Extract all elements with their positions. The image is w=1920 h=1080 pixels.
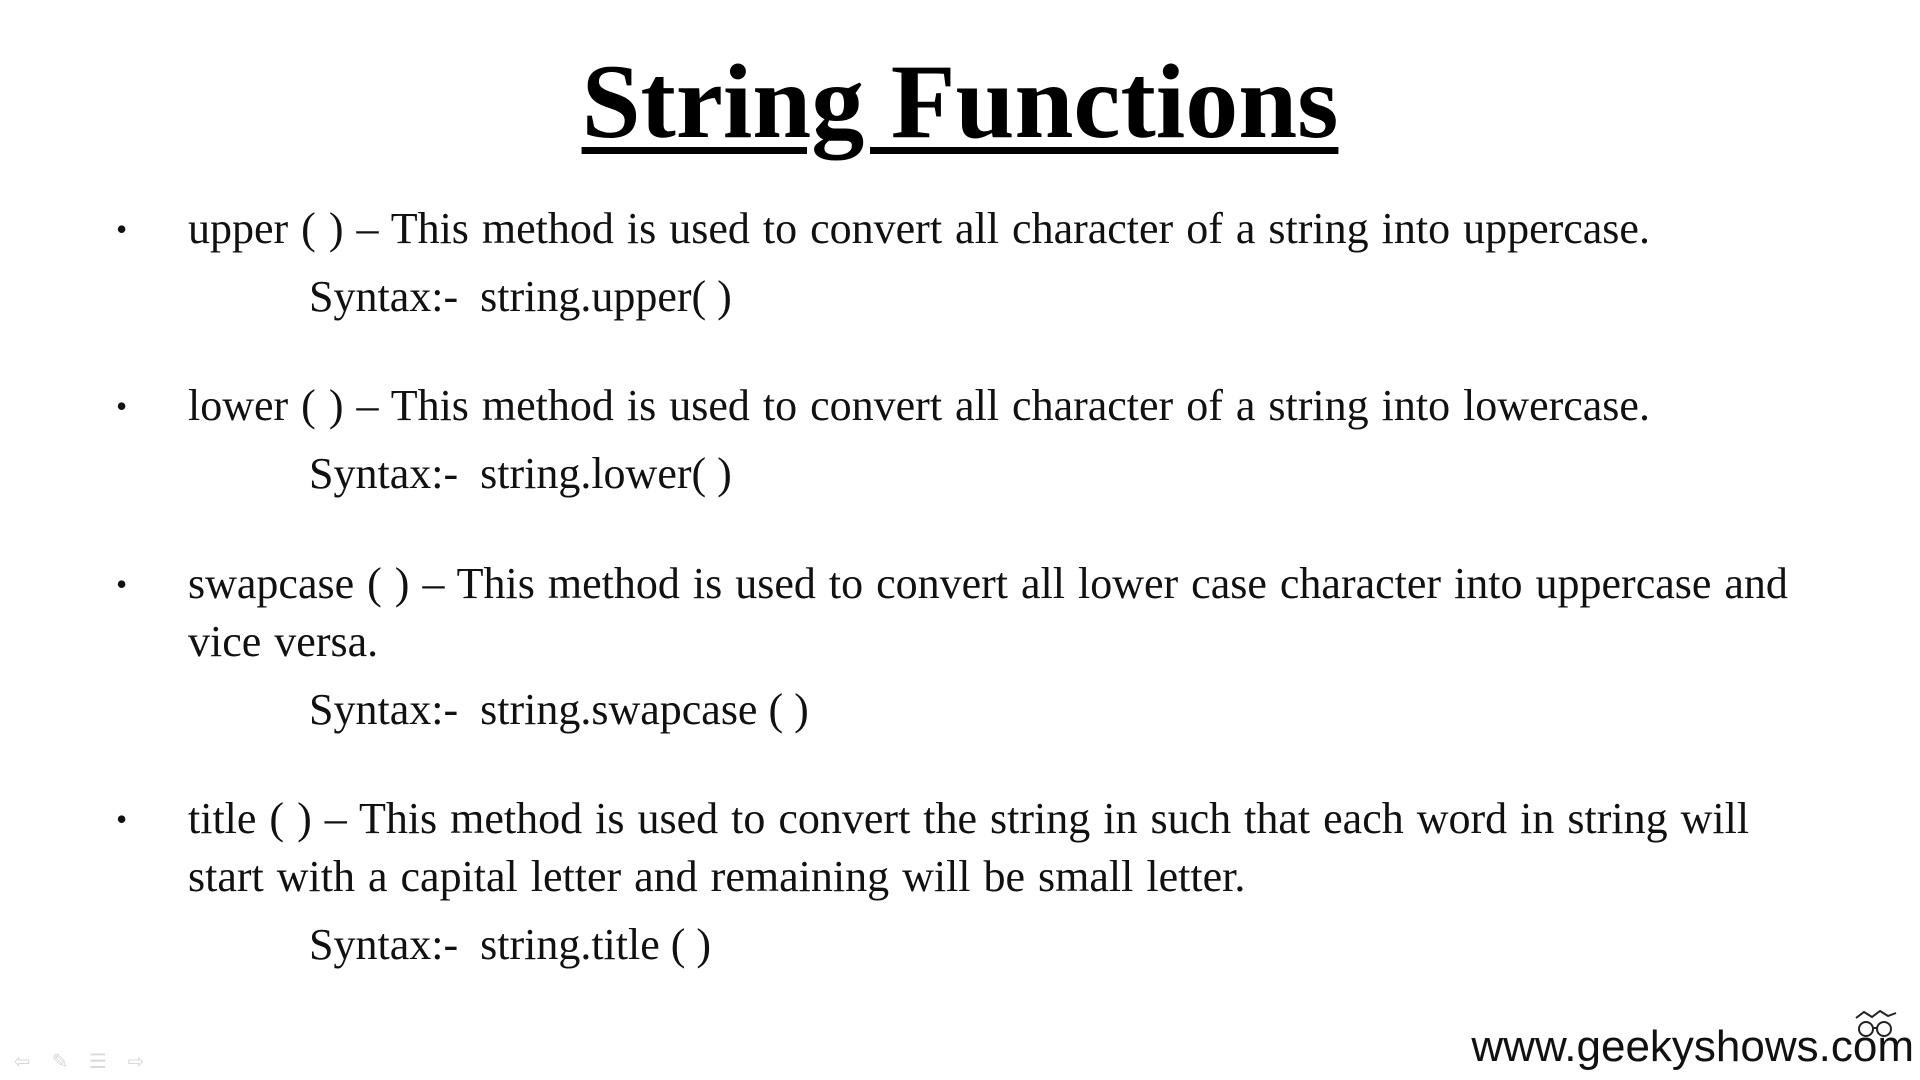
item-syntax: Syntax:- string.swapcase ( )	[309, 685, 809, 734]
list-item: • lower ( ) – This method is used to con…	[116, 377, 1788, 503]
pen-icon[interactable]: ✎	[48, 1050, 72, 1072]
slide-nav: ⇦ ✎ ☰ ⇨	[10, 1050, 148, 1072]
bullet-icon: •	[116, 566, 128, 602]
slide-title-text: String Functions	[581, 43, 1339, 160]
list-item: • title ( ) – This method is used to con…	[116, 790, 1788, 974]
footer-url: www.geekyshows.com	[1471, 1022, 1914, 1071]
item-description: swapcase ( ) – This method is used to co…	[188, 559, 1788, 666]
item-description: title ( ) – This method is used to conve…	[188, 794, 1750, 901]
item-description: lower ( ) – This method is used to conve…	[188, 381, 1650, 430]
slide: String Functions • upper ( ) – This meth…	[0, 0, 1920, 1080]
bullet-icon: •	[116, 211, 128, 247]
item-syntax: Syntax:- string.title ( )	[309, 920, 712, 969]
arrow-right-icon[interactable]: ⇨	[124, 1050, 148, 1072]
item-description: upper ( ) – This method is used to conve…	[188, 204, 1650, 253]
arrow-left-icon[interactable]: ⇦	[10, 1050, 34, 1072]
menu-icon[interactable]: ☰	[86, 1050, 110, 1072]
slide-title: String Functions	[0, 42, 1920, 162]
item-syntax: Syntax:- string.upper( )	[309, 272, 732, 321]
bullet-icon: •	[116, 801, 128, 837]
item-syntax: Syntax:- string.lower( )	[309, 449, 732, 498]
list-item: • swapcase ( ) – This method is used to …	[116, 555, 1788, 739]
list-item: • upper ( ) – This method is used to con…	[116, 200, 1788, 326]
bullet-icon: •	[116, 388, 128, 424]
